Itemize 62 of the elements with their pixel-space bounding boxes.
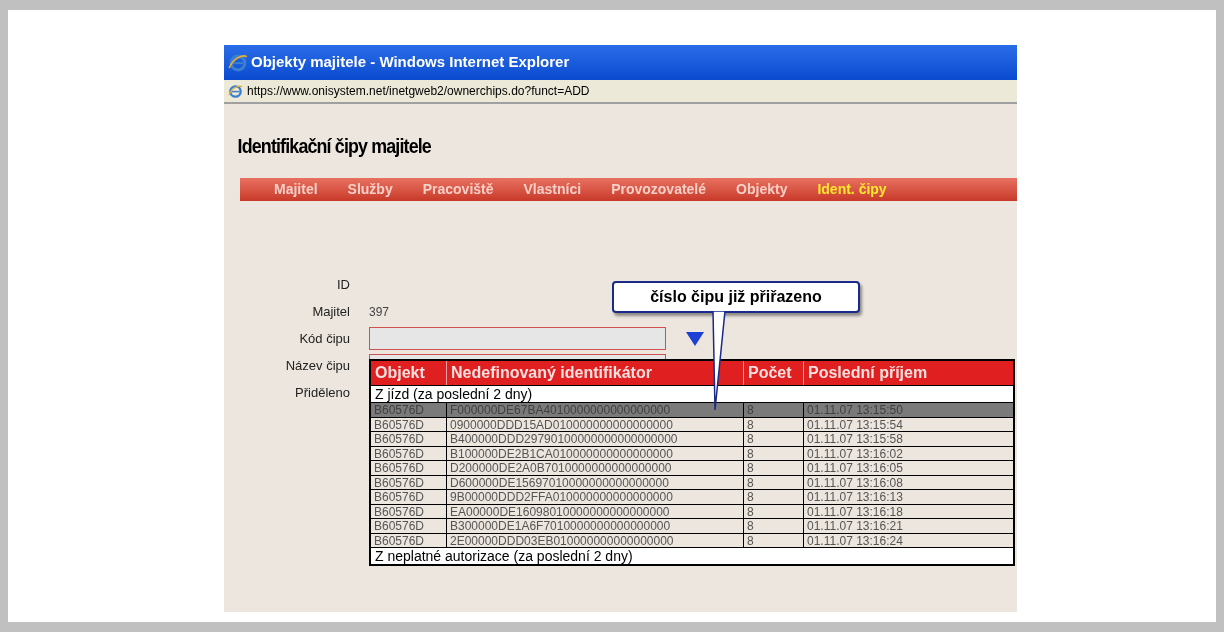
field-value: 397 bbox=[369, 303, 391, 321]
field-label: Kód čipu bbox=[298, 330, 350, 348]
table-cell-text: B60576D bbox=[373, 461, 426, 475]
table-row[interactable]: B60576D D200000DE2A0B7010000000000000000 8 01.11.07 13:16:05 bbox=[371, 460, 1013, 475]
group-row: Z neplatné autorizace (za poslední 2 dny) bbox=[371, 547, 1013, 564]
table-cell-text: B60576D bbox=[373, 475, 426, 489]
table-cell: 8 bbox=[743, 403, 803, 417]
field-label: Přiděleno bbox=[294, 384, 350, 402]
table-cell: 01.11.07 13:16:05 bbox=[803, 461, 1013, 475]
page-icon bbox=[228, 83, 243, 99]
table-cell: 01.11.07 13:15:54 bbox=[803, 417, 1013, 431]
field-label: Majitel bbox=[311, 303, 350, 321]
address-text[interactable]: https://www.onisystem.net/inetgweb2/ownerchips.do?funct=ADD bbox=[247, 82, 590, 100]
dropdown-arrow-icon[interactable] bbox=[686, 331, 704, 346]
field-label: ID bbox=[336, 276, 350, 294]
table-cell: 8 bbox=[743, 490, 803, 504]
table-cell-text: B60576D bbox=[373, 504, 426, 518]
table-cell: 01.11.07 13:16:02 bbox=[803, 446, 1013, 460]
table-cell: 8 bbox=[743, 475, 803, 489]
table-cell-text: B60576D bbox=[373, 417, 426, 431]
table-row[interactable]: B60576D B400000DDD29790100000000000000000 8 01.11.07 13:15:58 bbox=[371, 431, 1013, 446]
table-cell: 01.11.07 13:15:58 bbox=[803, 432, 1013, 446]
table-cell: 8 bbox=[743, 446, 803, 460]
window-title: Objekty majitele - Windows Internet Explorer bbox=[251, 52, 570, 73]
table-cell: B300000DE1A6F7010000000000000000 bbox=[446, 519, 743, 533]
page-title: Identifikační čipy majitele bbox=[236, 133, 432, 158]
table-cell: D600000DE15697010000000000000000 bbox=[446, 475, 743, 489]
table-cell-text: B60576D bbox=[373, 403, 426, 417]
field-label: Název čipu bbox=[284, 357, 350, 375]
table-cell: 8 bbox=[743, 504, 803, 518]
table-cell: 01.11.07 13:16:21 bbox=[803, 519, 1013, 533]
table-cell: 01.11.07 13:15:50 bbox=[803, 403, 1013, 417]
table-cell: D200000DE2A0B7010000000000000000 bbox=[446, 461, 743, 475]
table-cell: 8 bbox=[743, 432, 803, 446]
table-cell: 01.11.07 13:16:08 bbox=[803, 475, 1013, 489]
table-row[interactable]: B60576D B100000DE2B1CA010000000000000000 8 01.11.07 13:16:02 bbox=[371, 445, 1013, 460]
table-cell-text: B60576D bbox=[373, 432, 426, 446]
table-cell: EA00000DE16098010000000000000000 bbox=[446, 504, 743, 518]
table-cell: 0900000DDD15AD010000000000000000 bbox=[446, 417, 743, 431]
table-cell-text: B60576D bbox=[373, 519, 426, 533]
table-row[interactable]: B60576D 0900000DDD15AD010000000000000000 8 01.11.07 13:15:54 bbox=[371, 416, 1013, 431]
column-header: Objekt bbox=[374, 363, 426, 383]
browser-logo-icon bbox=[228, 52, 248, 73]
table-cell: F000000DE67BA4010000000000000000 bbox=[446, 403, 743, 417]
table-cell: B400000DDD29790100000000000000000 bbox=[446, 432, 743, 446]
nav-tab[interactable]: Ident. čipy bbox=[817, 179, 887, 200]
table-cell-text: B60576D bbox=[373, 490, 426, 504]
input-field[interactable] bbox=[369, 327, 666, 350]
table-cell-text: B60576D bbox=[373, 533, 426, 547]
table-cell: 8 bbox=[743, 417, 803, 431]
table-row[interactable]: B60576D B300000DE1A6F7010000000000000000 8 01.11.07 13:16:21 bbox=[371, 518, 1013, 533]
callout-text: číslo čipu již přiřazeno bbox=[650, 287, 822, 307]
table-cell: 8 bbox=[743, 519, 803, 533]
table-cell: B100000DE2B1CA010000000000000000 bbox=[446, 446, 743, 460]
table-row[interactable]: B60576D D600000DE15697010000000000000000 8 01.11.07 13:16:08 bbox=[371, 474, 1013, 489]
table-row[interactable]: B60576D 9B00000DDD2FFA010000000000000000 8 01.11.07 13:16:13 bbox=[371, 489, 1013, 504]
table-row[interactable]: B60576D EA00000DE16098010000000000000000 8 01.11.07 13:16:18 bbox=[371, 503, 1013, 518]
table-cell: 9B00000DDD2FFA010000000000000000 bbox=[446, 490, 743, 504]
table-cell: 01.11.07 13:16:13 bbox=[803, 490, 1013, 504]
table-cell: 8 bbox=[743, 461, 803, 475]
table-cell: 01.11.07 13:16:18 bbox=[803, 504, 1013, 518]
table-cell-text: B60576D bbox=[373, 446, 426, 460]
